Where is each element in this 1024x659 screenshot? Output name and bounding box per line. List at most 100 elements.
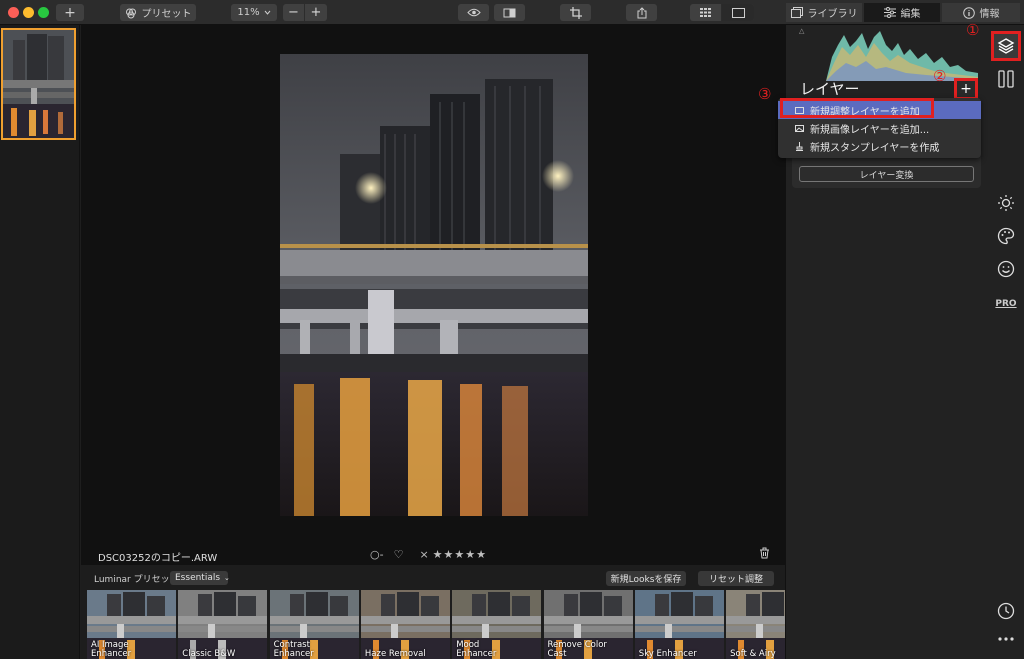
share-button[interactable]: [626, 4, 657, 21]
layer-convert-label: レイヤー変換: [859, 170, 914, 181]
zoom-buttons: − +: [283, 4, 327, 21]
trash-icon[interactable]: [759, 547, 770, 562]
preset-thumbnail[interactable]: Classic B&W: [178, 590, 268, 659]
preset-category-dropdown[interactable]: Essentials ⌄: [170, 571, 230, 585]
preset-thumbnail[interactable]: AI Image Enhancer: [87, 590, 176, 659]
preset-thumbnail[interactable]: Mood Enhancer: [452, 590, 542, 659]
filmstrip: [0, 25, 80, 659]
add-layer-label: +: [960, 81, 972, 97]
photo-image: [280, 54, 588, 516]
sliders-icon: [883, 7, 896, 18]
tool-icon-bar: [988, 25, 1024, 659]
add-images-button[interactable]: +: [56, 4, 84, 21]
preset-thumbnail[interactable]: Contrast Enhancer: [269, 590, 359, 659]
preset-label: Contrast Enhancer: [273, 640, 314, 659]
close-window-button[interactable]: [8, 7, 19, 18]
menu-item-new-image-layer[interactable]: 新規画像レイヤーを追加...: [778, 119, 981, 137]
portrait-button[interactable]: [994, 257, 1018, 281]
save-looks-label: 新規Looksを保存: [610, 575, 682, 585]
preset-thumbnail[interactable]: Haze Removal: [360, 590, 450, 659]
more-dots-icon: [998, 637, 1014, 641]
edited-photo[interactable]: [280, 54, 588, 516]
canvas-tools-button[interactable]: [994, 67, 1018, 91]
minimize-window-button[interactable]: [23, 7, 34, 18]
zoom-in-label: +: [310, 5, 322, 20]
single-image-icon: [731, 7, 745, 18]
preset-thumbnail[interactable]: Sky Enhancer: [634, 590, 724, 659]
eye-icon: [466, 8, 481, 17]
reject-button[interactable]: ×: [419, 548, 428, 561]
history-button[interactable]: [994, 599, 1018, 623]
presets-button[interactable]: プリセット: [120, 4, 196, 21]
view-mode-group: [690, 4, 754, 21]
menu-item-label: 新規スタンプレイヤーを作成: [810, 142, 940, 154]
more-options-button[interactable]: [994, 632, 1018, 646]
face-icon: [997, 260, 1015, 278]
add-images-label: +: [64, 4, 76, 21]
creative-button[interactable]: [994, 224, 1018, 248]
info-icon: [962, 6, 975, 19]
single-view-button[interactable]: [722, 4, 754, 21]
grid-view-button[interactable]: [690, 4, 722, 21]
share-icon: [637, 6, 646, 18]
tab-library[interactable]: ライブラリ: [786, 3, 862, 22]
library-icon: [790, 7, 803, 18]
tab-edit[interactable]: 編集: [864, 3, 940, 22]
zoom-out-button[interactable]: −: [283, 4, 305, 21]
top-toolbar: + プリセット 11% − + ライブラリ 編集 情報: [0, 0, 1024, 25]
zoom-window-button[interactable]: [38, 7, 49, 18]
menu-item-label: 新規画像レイヤーを追加...: [810, 124, 930, 136]
stamp-icon: [796, 141, 803, 151]
preset-label: Soft & Airy: [730, 649, 776, 659]
canvas-icon: [998, 70, 1014, 88]
grid-icon: [700, 8, 711, 17]
compare-button[interactable]: [494, 4, 525, 21]
reset-adjustments-button[interactable]: リセット調整: [698, 571, 774, 586]
chevron-down-icon: ⌄: [224, 574, 230, 582]
add-layer-button[interactable]: +: [954, 78, 978, 100]
preset-category-value: Essentials: [175, 573, 221, 583]
annotation-one: ①: [966, 21, 980, 39]
pro-label: PRO: [995, 299, 1017, 309]
crop-icon: [569, 6, 582, 19]
thumbnail-image: [3, 30, 74, 138]
zoom-value: 11%: [237, 7, 260, 18]
menu-item-new-stamp-layer[interactable]: 新規スタンプレイヤーを作成: [778, 137, 981, 155]
tab-edit-label: 編集: [900, 9, 921, 20]
preset-label: Haze Removal: [364, 649, 426, 659]
annotation-two: ②: [933, 67, 947, 85]
layers-icon: [997, 38, 1015, 54]
image-layer-icon: [795, 124, 804, 132]
crop-button[interactable]: [560, 4, 591, 21]
preview-toggle-button[interactable]: [458, 4, 489, 21]
presets-title: Luminar プリセット: [94, 575, 179, 585]
compare-icon: [503, 8, 516, 17]
color-label-button[interactable]: ○-: [370, 548, 384, 561]
annotation-three: ③: [758, 85, 772, 103]
heart-icon[interactable]: ♡: [394, 548, 404, 561]
rating-bar: ○- ♡ × ★★★★★: [370, 548, 487, 561]
zoom-dropdown[interactable]: 11%: [231, 4, 277, 21]
presets-header: Luminar プリセット Essentials ⌄ 新規Looksを保存 リセ…: [81, 565, 785, 590]
essentials-button[interactable]: [994, 191, 1018, 215]
layers-title: レイヤー: [800, 80, 860, 98]
preset-thumbnail[interactable]: Remove Color Cast: [543, 590, 633, 659]
layers-tool-button[interactable]: [991, 31, 1021, 61]
selected-thumbnail[interactable]: [1, 28, 76, 140]
star-rating[interactable]: ★★★★★: [433, 548, 487, 561]
pro-button[interactable]: PRO: [994, 292, 1018, 316]
clock-icon: [997, 602, 1015, 620]
preset-label: Mood Enhancer: [456, 640, 497, 659]
layer-convert-button[interactable]: レイヤー変換: [799, 166, 974, 182]
tab-info[interactable]: 情報: [942, 3, 1020, 22]
shadow-clipping-icon[interactable]: △: [799, 27, 804, 35]
presets-panel: Luminar プリセット Essentials ⌄ 新規Looksを保存 リセ…: [81, 565, 816, 659]
preset-label: Remove Color Cast: [547, 640, 607, 659]
preset-label: AI Image Enhancer: [91, 640, 132, 659]
presets-label: プリセット: [141, 9, 192, 20]
preset-label: Sky Enhancer: [638, 649, 697, 659]
annotation-highlight-menu-item: [780, 98, 934, 118]
zoom-in-button[interactable]: +: [305, 4, 327, 21]
save-looks-button[interactable]: 新規Looksを保存: [606, 571, 686, 586]
tab-library-label: ライブラリ: [807, 9, 858, 20]
